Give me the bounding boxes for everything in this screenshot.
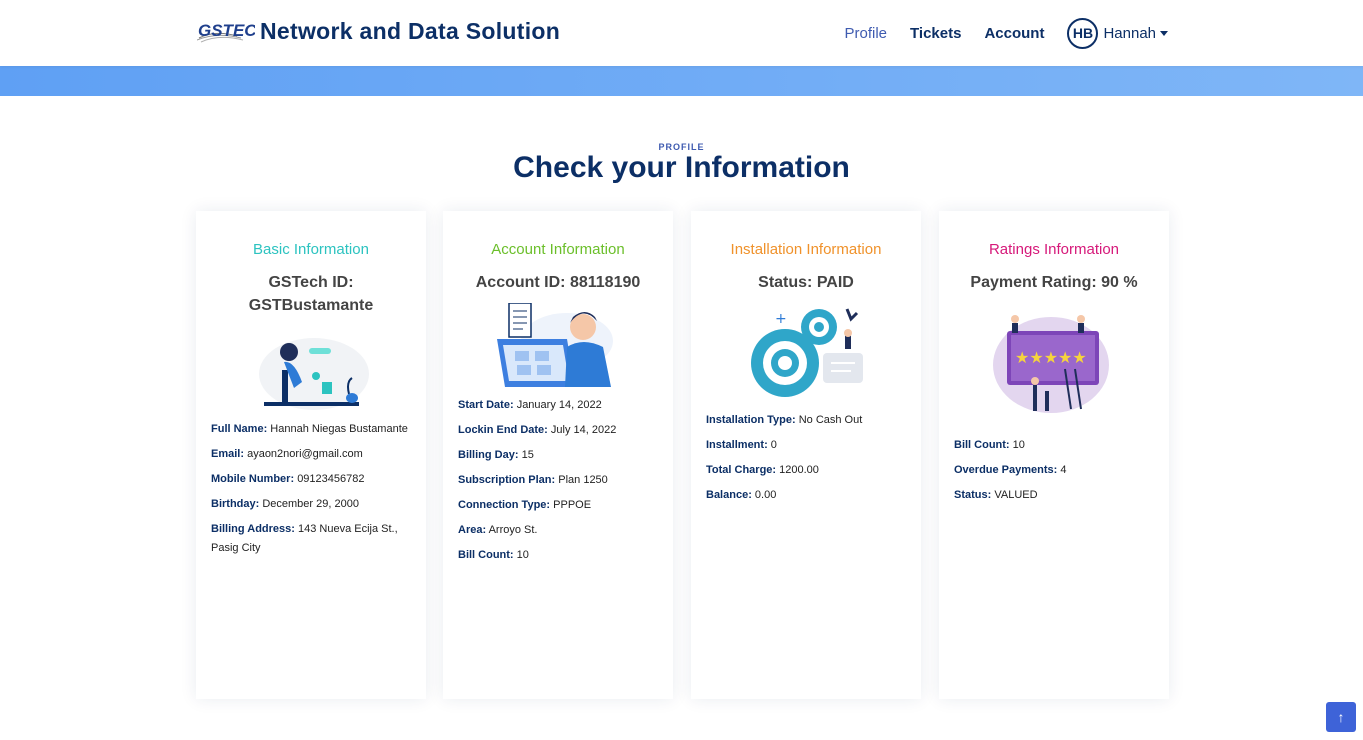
field-status: Status: VALUED: [954, 489, 1038, 501]
field-connection-type: Connection Type: PPPOE: [458, 499, 592, 511]
card-basic-information: Basic Information GSTech ID: GSTBustaman…: [196, 211, 426, 699]
field-birthday: Birthday: December 29, 2000: [211, 498, 359, 510]
field-full-name: Full Name: Hannah Niegas Bustamante: [211, 423, 408, 435]
card-subtitle: GSTech ID: GSTBustamante: [248, 274, 374, 314]
hero-banner: [0, 66, 1363, 96]
nav-profile[interactable]: Profile: [844, 25, 887, 42]
gears-illustration: +: [747, 305, 867, 406]
brand-name: Network and Data Solution: [260, 17, 561, 44]
card-ratings-information: Ratings Information Payment Rating: 90 %…: [939, 211, 1169, 699]
top-navbar: GSTECH Network and Data Solution Profile…: [0, 0, 1363, 66]
brand[interactable]: GSTECH Network and Data Solution: [196, 16, 561, 46]
nav-tickets[interactable]: Tickets: [910, 25, 961, 42]
field-installment: Installment: 0: [706, 439, 777, 451]
card-subtitle: Account ID: 88118190: [475, 274, 641, 291]
page-title: Check your Information: [513, 151, 850, 184]
field-mobile-number: Mobile Number: 09123456782: [211, 473, 365, 485]
card-title: Account Information: [491, 241, 625, 258]
ratings-info-fields: Bill Count: 10 Overdue Payments: 4 Statu…: [954, 436, 1159, 511]
field-installation-type: Installation Type: No Cash Out: [706, 414, 863, 426]
arrow-up-icon: ↑: [1337, 709, 1345, 725]
field-total-charge: Total Charge: 1200.00: [706, 464, 819, 476]
card-subtitle: Status: PAID: [758, 274, 854, 291]
scroll-to-top-button[interactable]: ↑: [1326, 702, 1356, 732]
field-lockin-end-date: Lockin End Date: July 14, 2022: [458, 424, 617, 436]
five-star-rating-illustration: ★★★★★: [991, 311, 1117, 426]
user-menu[interactable]: HB Hannah: [1067, 17, 1168, 49]
account-info-fields: Start Date: January 14, 2022 Lockin End …: [458, 396, 663, 571]
field-billing-day: Billing Day: 15: [458, 449, 534, 461]
basic-info-fields: Full Name: Hannah Niegas Bustamante Emai…: [211, 420, 416, 564]
person-with-laptop-illustration: [495, 302, 621, 394]
field-bill-count: Bill Count: 10: [458, 549, 529, 561]
card-title: Installation Information: [730, 241, 882, 258]
card-title: Basic Information: [253, 241, 369, 258]
svg-text:+: +: [775, 311, 787, 327]
card-title: Ratings Information: [988, 241, 1120, 258]
field-balance: Balance: 0.00: [706, 489, 777, 501]
nav-account[interactable]: Account: [984, 25, 1044, 42]
avatar: HB: [1067, 17, 1099, 49]
field-start-date: Start Date: January 14, 2022: [458, 399, 602, 411]
main-nav: Profile Tickets Account HB Hannah: [821, 0, 1168, 66]
field-billing-address: Billing Address: 143 Nueva Ecija St., Pa…: [211, 523, 398, 554]
installation-info-fields: Installation Type: No Cash Out Installme…: [706, 411, 911, 511]
svg-text:GSTECH: GSTECH: [198, 21, 255, 40]
card-installation-information: Installation Information Status: PAID + …: [691, 211, 921, 699]
user-name: Hannah: [1103, 24, 1156, 42]
svg-text:★★★★★: ★★★★★: [1015, 348, 1087, 367]
field-area: Area: Arroyo St.: [458, 524, 538, 536]
field-overdue-payments: Overdue Payments: 4: [954, 464, 1067, 476]
card-subtitle: Payment Rating: 90 %: [970, 274, 1138, 291]
gstech-logo: GSTECH: [196, 16, 270, 46]
field-bill-count: Bill Count: 10: [954, 439, 1025, 451]
chevron-down-icon: [1160, 30, 1168, 36]
field-subscription-plan: Subscription Plan: Plan 1250: [458, 474, 608, 486]
person-at-desk-illustration: [254, 332, 369, 419]
card-account-information: Account Information Account ID: 88118190…: [443, 211, 673, 699]
field-email: Email: ayaon2nori@gmail.com: [211, 448, 363, 460]
